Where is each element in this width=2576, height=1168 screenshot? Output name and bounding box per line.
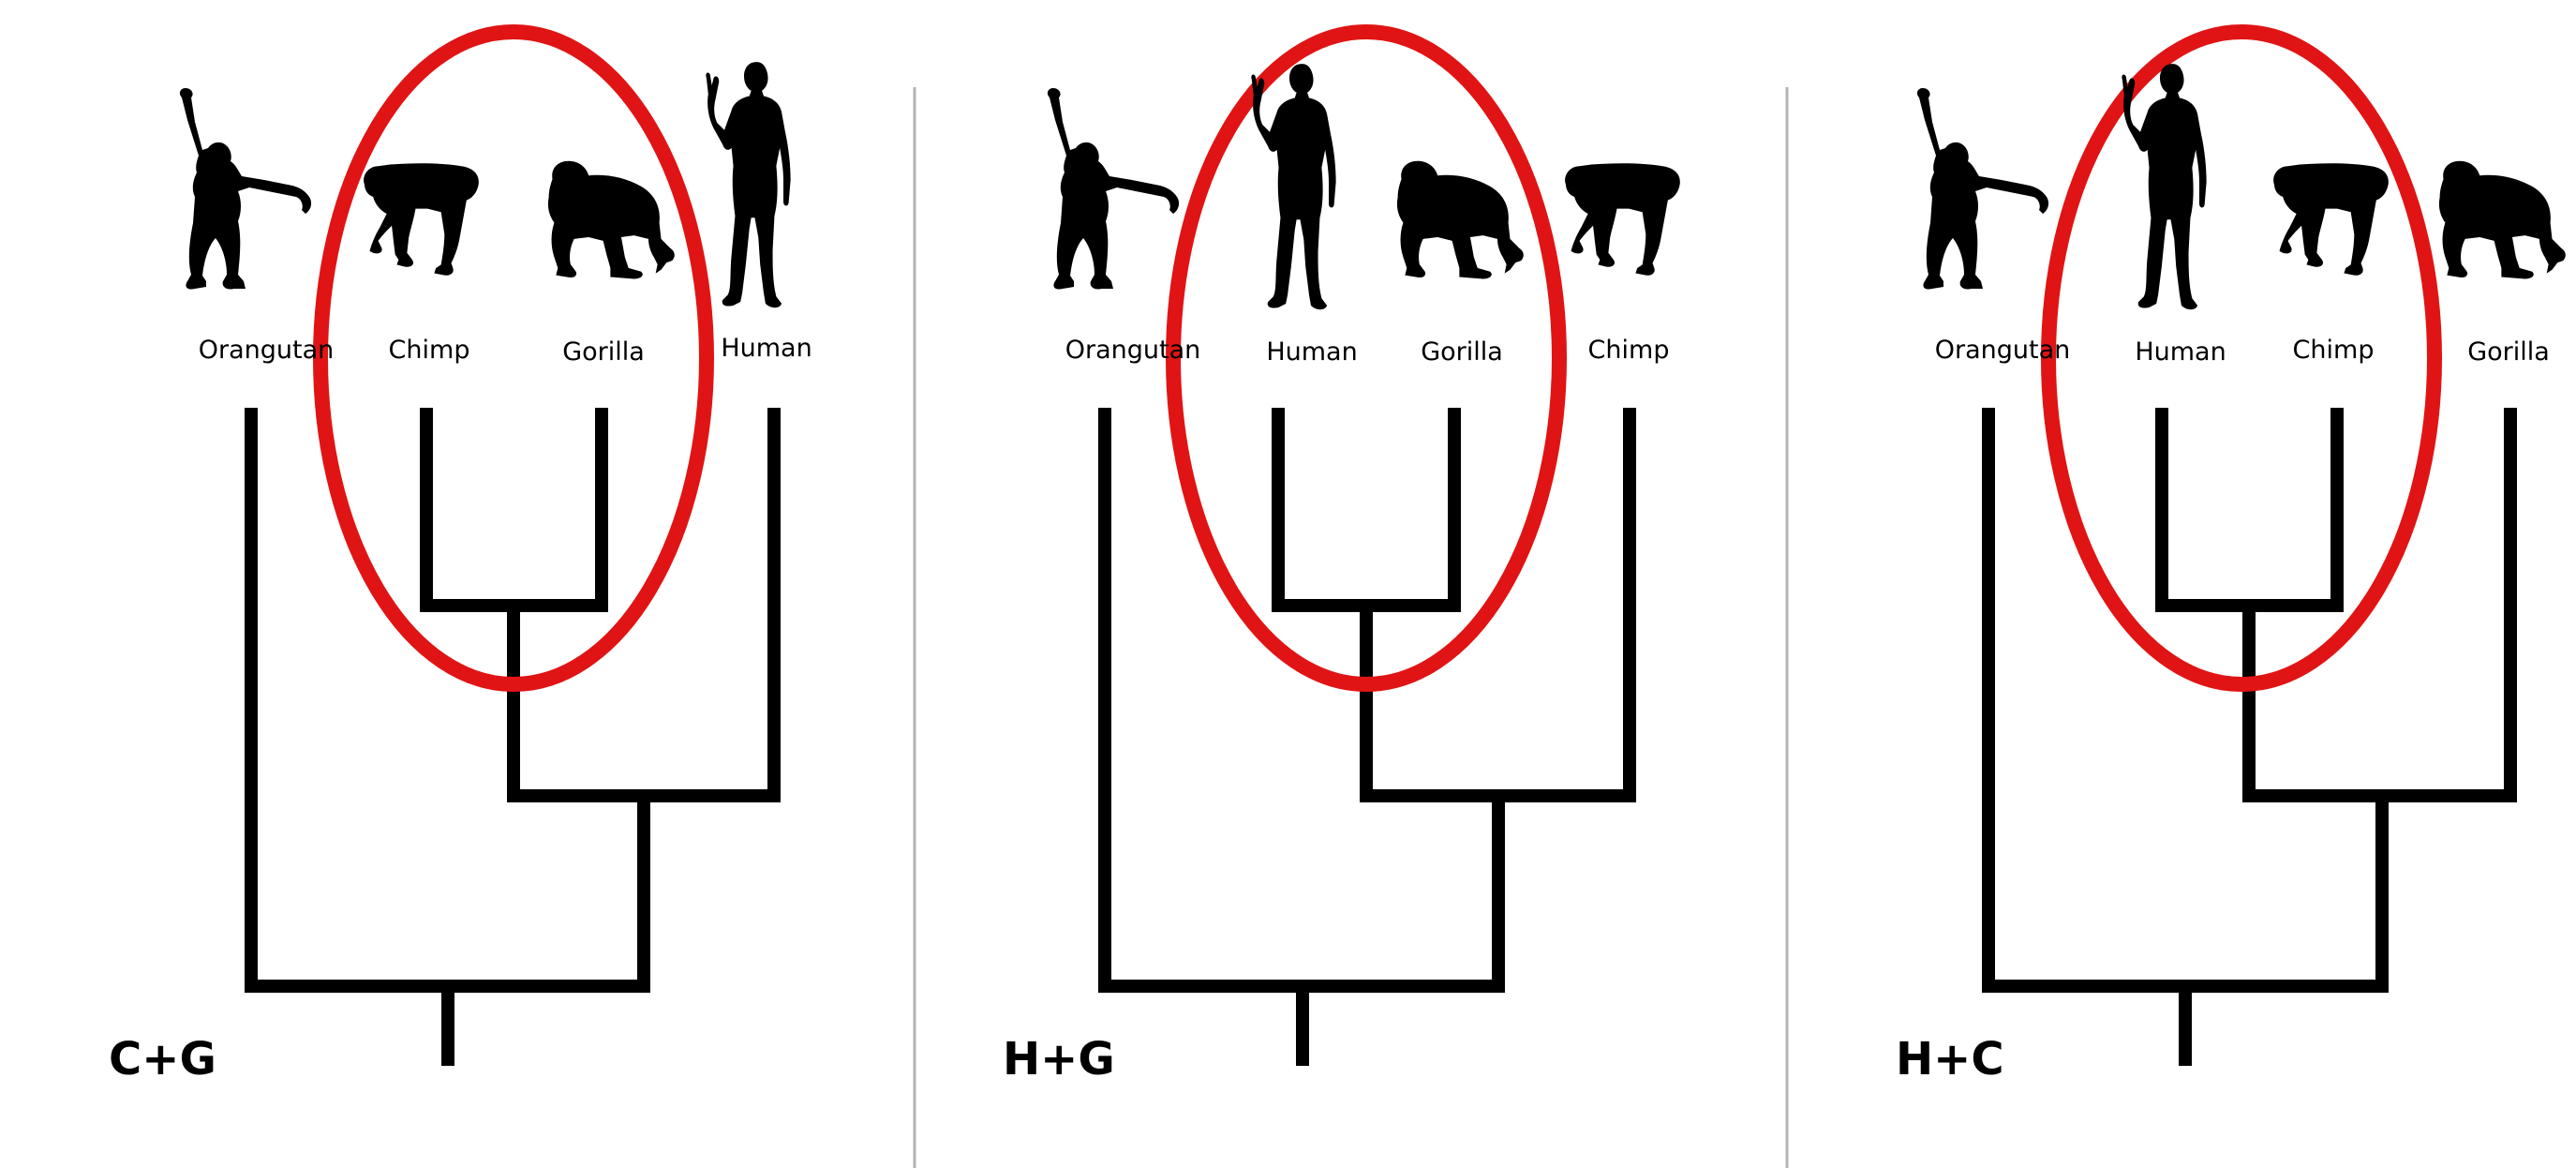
tree-panel-3: Orangutan Human Chimp Gorilla H+C: [1896, 24, 2566, 1086]
taxon-label: Orangutan: [1065, 336, 1201, 365]
taxon-label: Human: [2135, 337, 2226, 367]
panel-label: H+C: [1896, 1033, 2004, 1086]
chimp-silhouette-icon: [364, 163, 479, 276]
branch-root-join: [1098, 408, 1505, 993]
taxon-label: Gorilla: [2467, 337, 2550, 367]
human-silhouette-icon: [1251, 64, 1336, 310]
tree-panel-2: Orangutan Human Gorilla Chimp H+G: [1003, 24, 1680, 1086]
taxon-label: Chimp: [389, 336, 470, 365]
highlighted-clade-ring: [2041, 24, 2442, 692]
taxon-label: Chimp: [2293, 336, 2375, 365]
human-silhouette-icon: [2122, 64, 2207, 310]
tree-branches: [1098, 408, 1636, 1066]
tree-panel-1: Orangutan Chimp Gorilla Human C+G: [109, 24, 812, 1086]
branch-taxon-2-taxon-3: [1272, 408, 1461, 612]
orangutan-silhouette-icon: [1916, 88, 2049, 290]
human-silhouette-icon: [706, 62, 791, 308]
branch-taxon-2-taxon-3: [2155, 408, 2344, 612]
gorilla-silhouette-icon: [547, 160, 675, 279]
taxon-label: Orangutan: [1935, 336, 2071, 365]
orangutan-silhouette-icon: [1047, 88, 1180, 290]
taxon-label: Chimp: [1588, 336, 1670, 365]
tree-comparison-diagram: Orangutan Chimp Gorilla Human C+G Orangu…: [109, 24, 2566, 1168]
gorilla-silhouette-icon: [1396, 160, 1524, 279]
orangutan-silhouette-icon: [179, 88, 312, 290]
taxon-label: Gorilla: [562, 337, 645, 367]
taxon-label: Human: [721, 334, 812, 363]
chimp-silhouette-icon: [1565, 163, 1680, 276]
highlighted-clade-ring: [313, 24, 714, 692]
taxon-label: Human: [1266, 337, 1357, 367]
tree-branches: [245, 408, 781, 1066]
gorilla-silhouette-icon: [2438, 160, 2566, 279]
branch-taxon-2-taxon-3: [420, 408, 608, 612]
chimp-silhouette-icon: [2273, 163, 2389, 276]
panel-label: H+G: [1003, 1033, 1115, 1086]
branch-root-join: [1982, 408, 2389, 993]
panel-label: C+G: [109, 1033, 216, 1086]
branch-root-join: [245, 408, 650, 993]
taxon-label: Gorilla: [1421, 337, 1503, 367]
taxon-label: Orangutan: [199, 336, 335, 365]
